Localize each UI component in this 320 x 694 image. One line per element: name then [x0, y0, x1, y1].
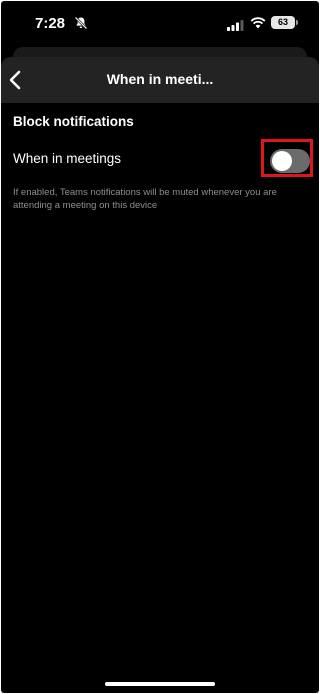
section-title: Block notifications [13, 114, 134, 129]
nav-header: When in meeti... [1, 57, 319, 103]
wifi-icon [250, 16, 266, 29]
status-bar: 7:28 63 [1, 1, 319, 47]
page-title: When in meeti... [106, 71, 214, 87]
when-in-meetings-row[interactable]: When in meetings [1, 139, 319, 179]
home-indicator[interactable] [105, 682, 215, 686]
toggle-knob [272, 151, 292, 171]
back-button[interactable] [5, 67, 27, 93]
status-time: 7:28 [35, 15, 66, 32]
battery-indicator: 63 [271, 16, 298, 29]
when-in-meetings-toggle[interactable] [270, 149, 310, 173]
phone-screen: 7:28 63 When in meeti... Block notificat… [1, 1, 319, 693]
cellular-signal-icon [227, 18, 244, 31]
helper-text: If enabled, Teams notifications will be … [13, 187, 277, 211]
chevron-left-icon [9, 70, 21, 90]
bell-slash-icon [74, 16, 88, 30]
row-label: When in meetings [13, 151, 122, 166]
highlight-annotation [261, 139, 313, 177]
